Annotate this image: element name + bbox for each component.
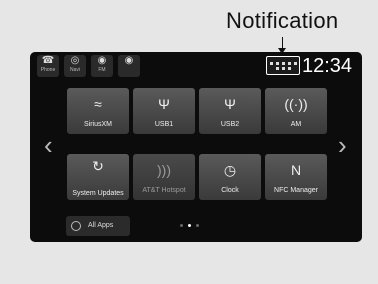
page-dot [180, 224, 183, 227]
nfc-icon: N [290, 162, 302, 178]
top-status-bar: ☎ Phone ◎ Navi ◉ FM ◉ 12:34 [30, 52, 362, 79]
fm-label: FM [98, 67, 106, 73]
infotainment-screen: ☎ Phone ◎ Navi ◉ FM ◉ 12:34 ‹ › ≈ Sirius… [30, 52, 362, 242]
notification-status-icon [287, 66, 291, 70]
app-tile-label: SiriusXM [83, 121, 112, 128]
page-indicator [180, 224, 199, 227]
all-apps-label: All Apps [88, 222, 114, 229]
radio-icon: ◉ [97, 55, 107, 66]
navi-label: Navi [69, 67, 80, 73]
clock-display: 12:34 [302, 55, 353, 77]
navi-icon: ◎ [70, 55, 80, 66]
app-tile-att-hotspot[interactable]: ))) AT&T Hotspot [133, 154, 195, 200]
all-apps-icon [71, 221, 81, 231]
phone-button[interactable]: ☎ Phone [37, 55, 59, 77]
notification-status-icon [275, 61, 279, 65]
app-tile-usb1[interactable]: Ψ USB1 [133, 88, 195, 134]
audio-source-button[interactable]: ◉ [118, 55, 140, 77]
app-tile-siriusxm[interactable]: ≈ SiriusXM [67, 88, 129, 134]
siriusxm-icon: ≈ [94, 96, 102, 112]
notification-status-icon [287, 61, 291, 65]
app-tile-system-updates[interactable]: ↻ System Updates [67, 154, 129, 200]
phone-icon: ☎ [41, 55, 55, 66]
app-tile-am[interactable]: ((·)) AM [265, 88, 327, 134]
wifi-hotspot-icon: ))) [157, 162, 171, 178]
notification-icons-area[interactable] [266, 56, 300, 75]
app-tile-nfc-manager[interactable]: N NFC Manager [265, 154, 327, 200]
phone-label: Phone [40, 67, 56, 73]
audio-source-icon: ◉ [124, 55, 134, 66]
am-radio-icon: ((·)) [284, 96, 308, 112]
notification-status-icon [281, 66, 285, 70]
refresh-icon: ↻ [92, 158, 104, 174]
notification-status-icon [269, 61, 273, 65]
app-tile-clock[interactable]: ◷ Clock [199, 154, 261, 200]
app-tile-label: AM [290, 121, 302, 128]
next-page-arrow-icon[interactable]: › [338, 132, 347, 158]
app-tile-label: NFC Manager [274, 187, 318, 194]
notification-callout-label: Notification [226, 8, 339, 33]
app-tile-label: System Updates [72, 190, 124, 197]
page-dot-active [188, 224, 191, 227]
all-apps-button[interactable]: All Apps [66, 216, 130, 236]
usb-icon: Ψ [224, 96, 236, 112]
notification-status-icon [281, 61, 285, 65]
app-tile-label: USB2 [220, 121, 240, 128]
app-tile-label: USB1 [154, 121, 174, 128]
notification-status-icon [275, 66, 279, 70]
app-tile-label: AT&T Hotspot [142, 187, 186, 194]
app-tile-label: Clock [221, 187, 239, 194]
app-tile-usb2[interactable]: Ψ USB2 [199, 88, 261, 134]
fm-button[interactable]: ◉ FM [91, 55, 113, 77]
notification-status-icon [293, 61, 297, 65]
prev-page-arrow-icon[interactable]: ‹ [44, 132, 53, 158]
navi-button[interactable]: ◎ Navi [64, 55, 86, 77]
usb-icon: Ψ [158, 96, 170, 112]
page-dot [196, 224, 199, 227]
clock-icon: ◷ [223, 162, 237, 178]
